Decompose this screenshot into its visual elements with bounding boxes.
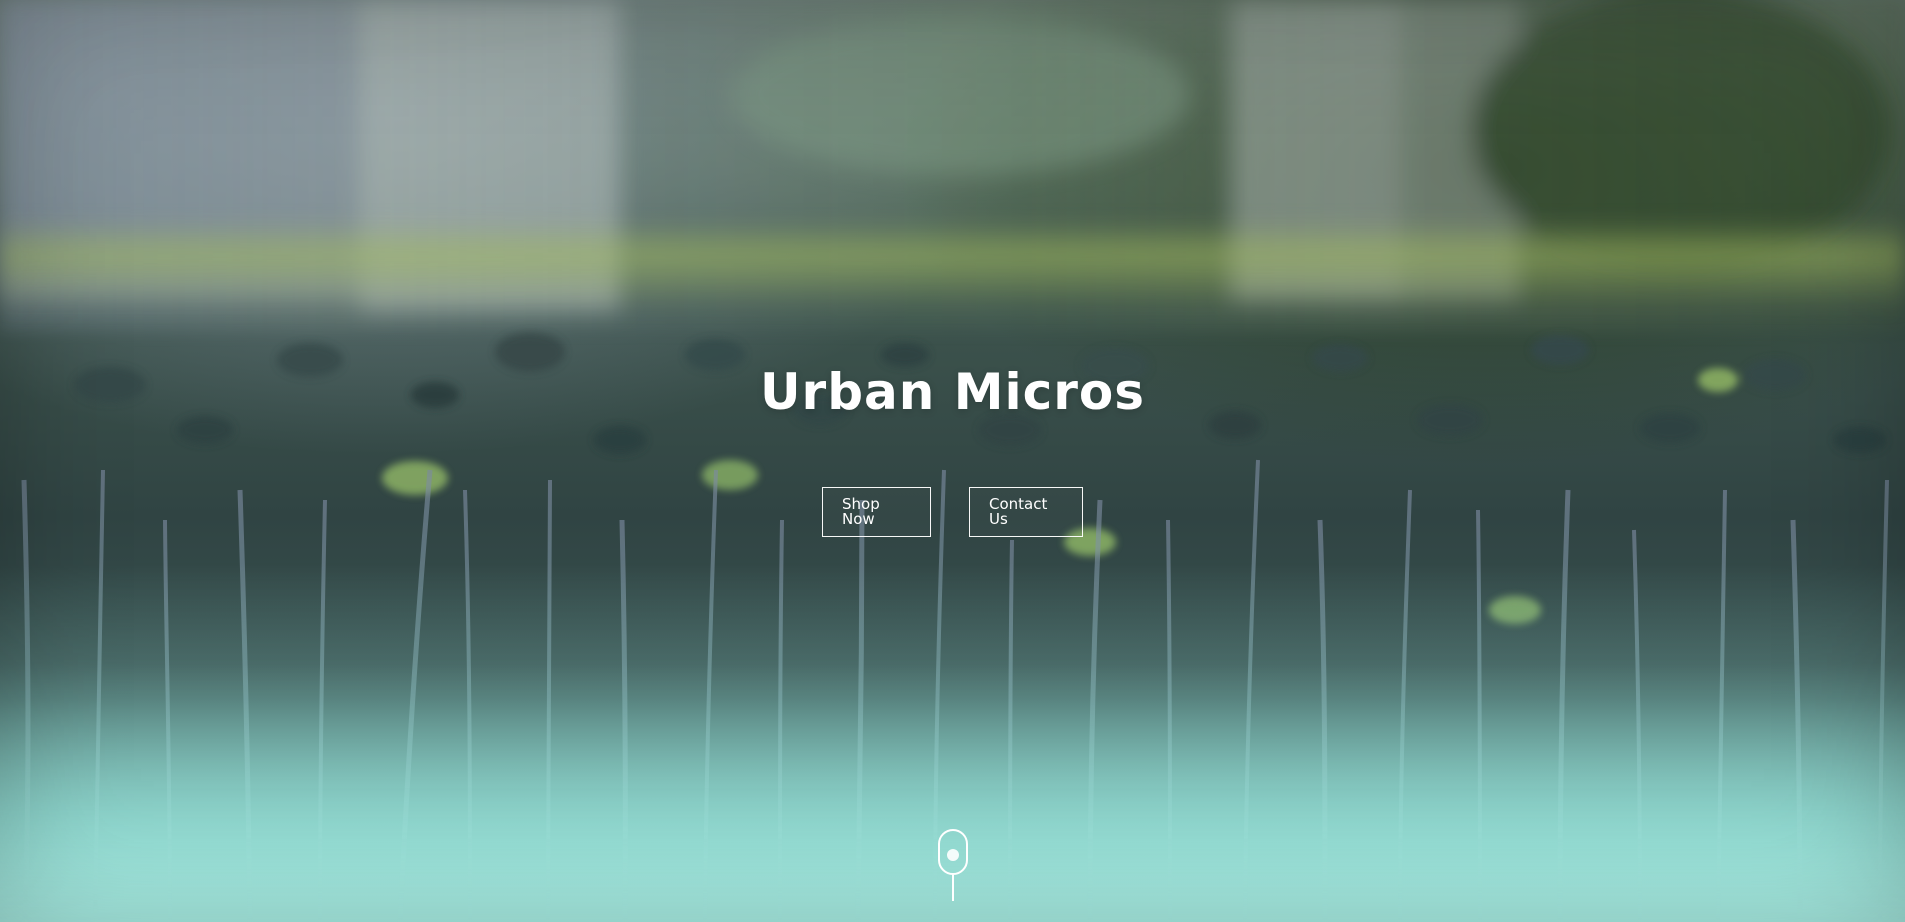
mouse-scroll-icon[interactable] [937, 829, 969, 903]
contact-us-button[interactable]: Contact Us [969, 487, 1083, 537]
hero-section: Urban Micros Shop Now Contact Us [0, 0, 1905, 922]
hero-cta-group: Shop Now Contact Us [822, 487, 1083, 537]
site-title: Urban Micros [759, 363, 1146, 421]
hero-content: Urban Micros Shop Now Contact Us [0, 0, 1905, 922]
shop-now-button[interactable]: Shop Now [822, 487, 931, 537]
